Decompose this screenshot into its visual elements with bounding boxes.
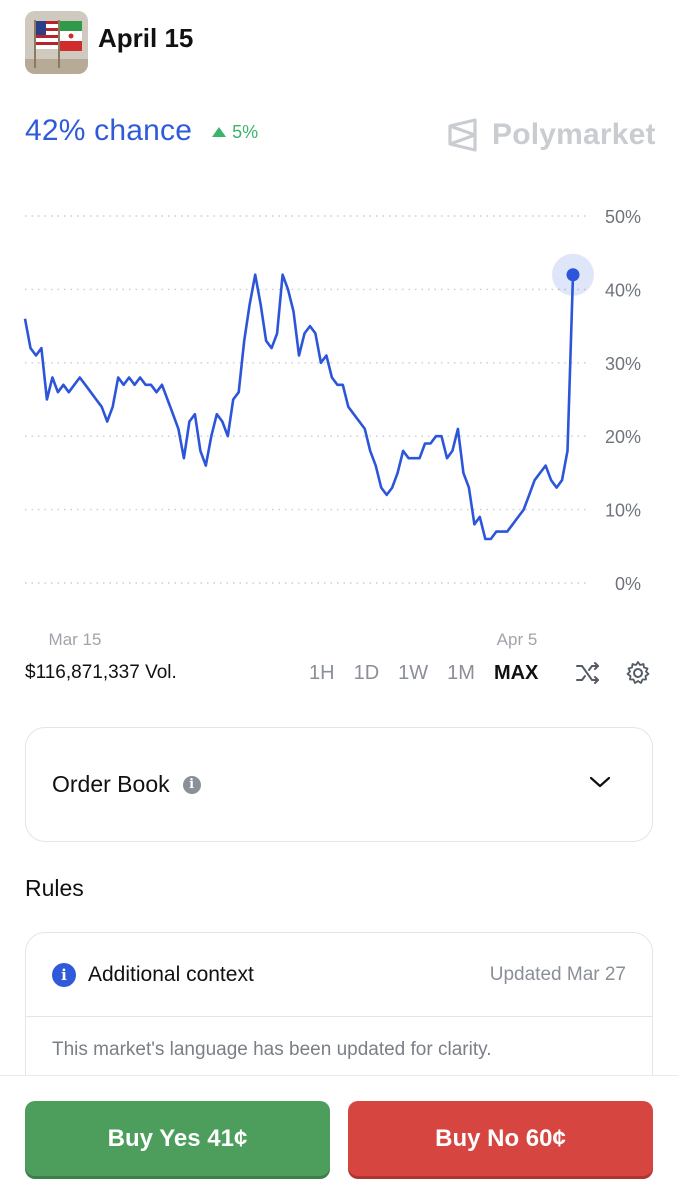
rules-heading: Rules (25, 875, 84, 901)
last-point-marker (566, 268, 580, 282)
y-tick-label: 20% (605, 427, 641, 447)
order-book-label: Order Book (52, 771, 170, 797)
market-header: April 15 (25, 10, 193, 74)
delta-value: 5% (232, 121, 259, 142)
chart-controls: $116,871,337 Vol. 1H 1D 1W 1M MAX (25, 658, 655, 688)
context-title: Additional context (88, 962, 254, 986)
context-body: This market's language has been updated … (52, 1039, 492, 1060)
range-max[interactable]: MAX (494, 662, 538, 685)
chance-row: 42% chance 5% (25, 114, 258, 148)
context-header[interactable]: i Additional context Updated Mar 27 (26, 933, 652, 1017)
shuffle-icon[interactable] (575, 660, 601, 686)
info-icon: i (52, 962, 76, 987)
series-line (23, 273, 575, 541)
flags-thumbnail (25, 10, 88, 74)
x-tick-label: Apr 5 (497, 630, 538, 649)
y-tick-label: 30% (605, 354, 641, 374)
range-selector: 1H 1D 1W 1M MAX (309, 662, 557, 685)
buy-no-button[interactable]: Buy No 60¢ (348, 1101, 653, 1176)
chance-delta: 5% (212, 122, 258, 143)
y-tick-label: 0% (615, 574, 641, 594)
y-tick-label: 40% (605, 280, 641, 300)
gear-icon[interactable] (625, 660, 651, 686)
range-1h[interactable]: 1H (309, 662, 335, 685)
trade-bar: Buy Yes 41¢ Buy No 60¢ (0, 1075, 678, 1200)
chance-value: 42% chance (25, 114, 193, 147)
order-book-toggle[interactable]: Order Book i (25, 727, 653, 842)
range-1w[interactable]: 1W (398, 662, 428, 685)
chevron-down-icon (589, 776, 611, 788)
range-1m[interactable]: 1M (447, 662, 475, 685)
volume-text: $116,871,337 Vol. (25, 662, 177, 683)
triangle-up-icon (212, 127, 227, 137)
range-1d[interactable]: 1D (354, 662, 380, 685)
x-tick-label: Mar 15 (49, 630, 102, 649)
y-tick-label: 10% (605, 501, 641, 521)
brand: Polymarket (446, 118, 656, 152)
polymarket-logo-icon (448, 118, 477, 152)
brand-name: Polymarket (492, 118, 656, 151)
buy-yes-button[interactable]: Buy Yes 41¢ (25, 1101, 330, 1176)
price-chart[interactable]: 50% 40% 30% 20% 10% 0% Mar 15 Apr 5 (0, 190, 678, 660)
market-title: April 15 (98, 22, 194, 53)
info-icon[interactable]: i (182, 775, 201, 794)
context-updated: Updated Mar 27 (489, 963, 626, 985)
y-tick-label: 50% (605, 207, 641, 227)
